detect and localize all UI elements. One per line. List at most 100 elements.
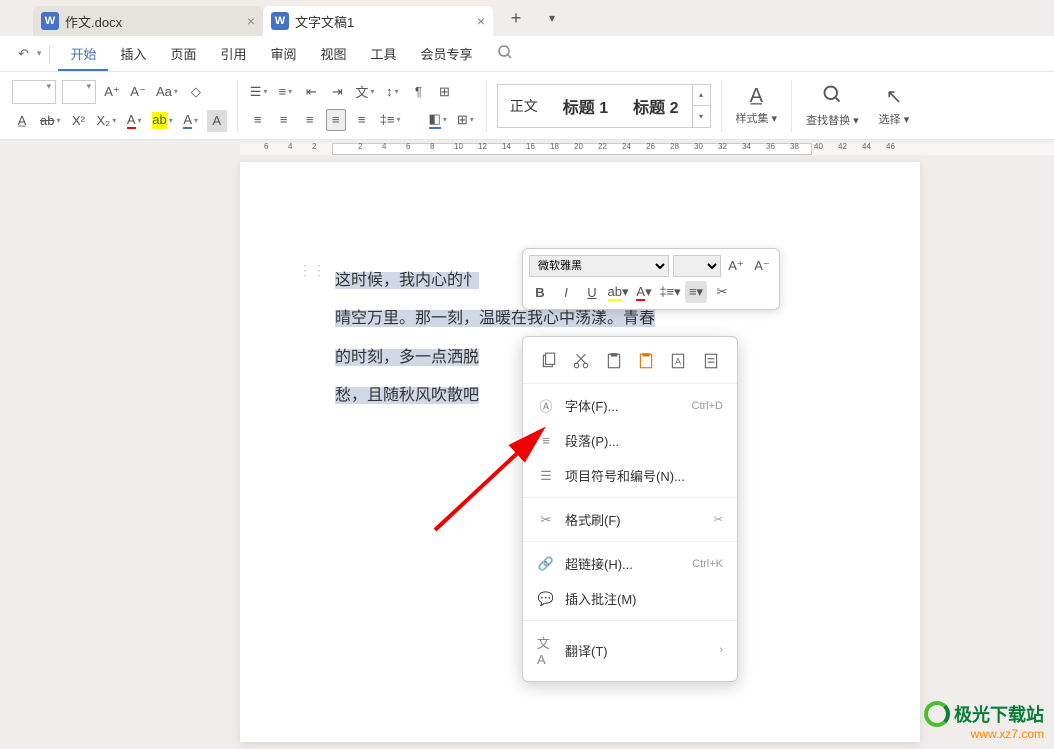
style-set-button[interactable]: A̲ 样式集 ▾ bbox=[726, 85, 788, 126]
distribute-icon[interactable]: ≡ bbox=[352, 109, 372, 131]
italic-icon[interactable]: I bbox=[555, 281, 577, 303]
mini-size-select[interactable] bbox=[673, 255, 721, 277]
find-replace-label: 查找替换 ▾ bbox=[806, 112, 859, 128]
menu-bullets[interactable]: ☰ 项目符号和编号(N)... bbox=[523, 458, 737, 493]
format-painter-icon[interactable]: ✂ bbox=[711, 281, 733, 303]
style-heading1[interactable]: 标题 1 bbox=[551, 85, 621, 127]
tab-bar: W 作文.docx × W 文字文稿1 × + ▾ bbox=[0, 0, 1054, 36]
styles-gallery: 正文 标题 1 标题 2 ▴▾ bbox=[497, 84, 711, 128]
font-color-icon[interactable]: A▾ bbox=[633, 281, 655, 303]
align-center-icon[interactable]: ≡ bbox=[274, 109, 294, 131]
text-effects-icon[interactable]: A bbox=[181, 110, 201, 132]
clear-format-icon[interactable]: ◇ bbox=[186, 81, 206, 103]
font-size-select[interactable]: ▾ bbox=[62, 80, 96, 104]
new-tab-button[interactable]: + bbox=[503, 5, 529, 31]
font-color-icon[interactable]: A bbox=[124, 110, 144, 132]
decrease-font-icon[interactable]: A⁻ bbox=[751, 255, 773, 277]
shading-icon[interactable]: ◧ bbox=[427, 109, 449, 131]
character-shading-icon[interactable]: A bbox=[207, 110, 227, 132]
watermark: 极光下载站 www.xz7.com bbox=[924, 701, 1044, 741]
text-direction-icon[interactable]: 文 bbox=[353, 81, 376, 103]
tab-menu-button[interactable]: ▾ bbox=[539, 5, 565, 31]
menu-comment[interactable]: 💬 插入批注(M) bbox=[523, 581, 737, 616]
menu-translate[interactable]: 文A 翻译(T) › bbox=[523, 625, 737, 675]
highlight-icon[interactable]: ab▾ bbox=[607, 281, 629, 303]
increase-font-icon[interactable]: A⁺ bbox=[102, 81, 122, 103]
menu-font[interactable]: Ⓐ 字体(F)... Ctrl+D bbox=[523, 388, 737, 423]
menu-paragraph[interactable]: ≡ 段落(P)... bbox=[523, 423, 737, 458]
selected-text-line2: 晴空万里。那一刻，温暖在我心中荡漾。青春 bbox=[335, 310, 655, 327]
paste-icon[interactable] bbox=[602, 349, 626, 373]
menu-tools[interactable]: 工具 bbox=[359, 44, 409, 63]
numbering-icon[interactable]: ≡ bbox=[275, 81, 295, 103]
align-justify-icon[interactable]: ≡▾ bbox=[685, 281, 707, 303]
search-icon bbox=[822, 84, 842, 110]
menu-page[interactable]: 页面 bbox=[158, 44, 208, 63]
menu-view[interactable]: 视图 bbox=[309, 44, 359, 63]
menu-member[interactable]: 会员专享 bbox=[409, 44, 485, 63]
copy-icon[interactable] bbox=[537, 349, 561, 373]
align-justify-icon[interactable]: ≡ bbox=[326, 109, 346, 131]
close-icon[interactable]: × bbox=[477, 13, 485, 29]
horizontal-ruler[interactable]: 6 4 2 2 4 6 8 10 12 14 16 18 20 22 24 26… bbox=[240, 140, 1054, 158]
close-icon[interactable]: × bbox=[247, 13, 255, 29]
ruler-mark: 32 bbox=[718, 142, 727, 151]
tab-document-2[interactable]: W 文字文稿1 × bbox=[263, 6, 493, 36]
ruler-mark: 46 bbox=[886, 142, 895, 151]
cut-icon[interactable] bbox=[569, 349, 593, 373]
highlight-icon[interactable]: ab bbox=[150, 110, 174, 132]
tab-stops-icon[interactable]: ⊞ bbox=[434, 81, 454, 103]
style-normal[interactable]: 正文 bbox=[498, 85, 551, 127]
separator bbox=[523, 620, 737, 621]
decrease-indent-icon[interactable]: ⇤ bbox=[301, 81, 321, 103]
increase-indent-icon[interactable]: ⇥ bbox=[327, 81, 347, 103]
superscript-icon[interactable]: X² bbox=[68, 110, 88, 132]
menu-review[interactable]: 审阅 bbox=[259, 44, 309, 63]
align-left-icon[interactable]: ≡ bbox=[248, 109, 268, 131]
styles-group: 正文 标题 1 标题 2 ▴▾ bbox=[491, 72, 717, 139]
menu-insert[interactable]: 插入 bbox=[108, 44, 158, 63]
menu-format-painter[interactable]: ✂ 格式刷(F) ✂ bbox=[523, 502, 737, 537]
change-case-icon[interactable]: Aa bbox=[154, 81, 180, 103]
menu-hyperlink[interactable]: 🔗 超链接(H)... Ctrl+K bbox=[523, 546, 737, 581]
paragraph-drag-handle[interactable]: ⋮⋮ bbox=[298, 262, 326, 279]
comment-icon: 💬 bbox=[537, 591, 555, 607]
ruler-mark: 12 bbox=[478, 142, 487, 151]
menu-reference[interactable]: 引用 bbox=[208, 44, 258, 63]
borders-icon[interactable]: ⊞ bbox=[455, 109, 476, 131]
menu-start[interactable]: 开始 bbox=[58, 44, 108, 71]
paste-special-icon[interactable] bbox=[634, 349, 658, 373]
ruler-mark: 38 bbox=[790, 142, 799, 151]
search-icon[interactable] bbox=[485, 44, 525, 63]
chevron-right-icon: › bbox=[719, 644, 723, 656]
font-name-select[interactable]: ▾ bbox=[12, 80, 56, 104]
line-spacing-icon[interactable]: ‡≡▾ bbox=[659, 281, 681, 303]
select-button[interactable]: ↖ 选择 ▾ bbox=[869, 84, 920, 127]
align-right-icon[interactable]: ≡ bbox=[300, 109, 320, 131]
decrease-font-icon[interactable]: A⁻ bbox=[128, 81, 148, 103]
increase-font-icon[interactable]: A⁺ bbox=[725, 255, 747, 277]
bullets-icon: ☰ bbox=[537, 468, 555, 484]
menu-bar: ↶ ▾ 开始 插入 页面 引用 审阅 视图 工具 会员专享 bbox=[0, 36, 1054, 72]
tab-document-1[interactable]: W 作文.docx × bbox=[33, 6, 263, 36]
subscript-icon[interactable]: X₂ bbox=[94, 110, 118, 132]
menu-font-shortcut: Ctrl+D bbox=[692, 400, 723, 412]
paste-text-icon[interactable]: A bbox=[666, 349, 690, 373]
bullets-icon[interactable]: ☰ bbox=[248, 81, 270, 103]
styles-scroll[interactable]: ▴▾ bbox=[692, 85, 710, 127]
mini-font-select[interactable]: 微软雅黑 bbox=[529, 255, 669, 277]
undo-icon[interactable]: ↶ bbox=[10, 46, 37, 62]
find-replace-button[interactable]: 查找替换 ▾ bbox=[796, 84, 869, 128]
sort-icon[interactable]: ↕ bbox=[382, 81, 402, 103]
style-heading2[interactable]: 标题 2 bbox=[621, 85, 691, 127]
line-spacing-icon[interactable]: ‡≡ bbox=[378, 109, 403, 131]
menu-comment-label: 插入批注(M) bbox=[565, 589, 637, 608]
character-border-icon[interactable]: A̲ bbox=[12, 110, 32, 132]
undo-dropdown[interactable]: ▾ bbox=[37, 48, 42, 59]
underline-icon[interactable]: U bbox=[581, 281, 603, 303]
show-marks-icon[interactable]: ¶ bbox=[408, 81, 428, 103]
bold-icon[interactable]: B bbox=[529, 281, 551, 303]
ruler-mark: 24 bbox=[622, 142, 631, 151]
strikethrough-icon[interactable]: ab bbox=[38, 110, 62, 132]
paste-keep-icon[interactable] bbox=[699, 349, 723, 373]
